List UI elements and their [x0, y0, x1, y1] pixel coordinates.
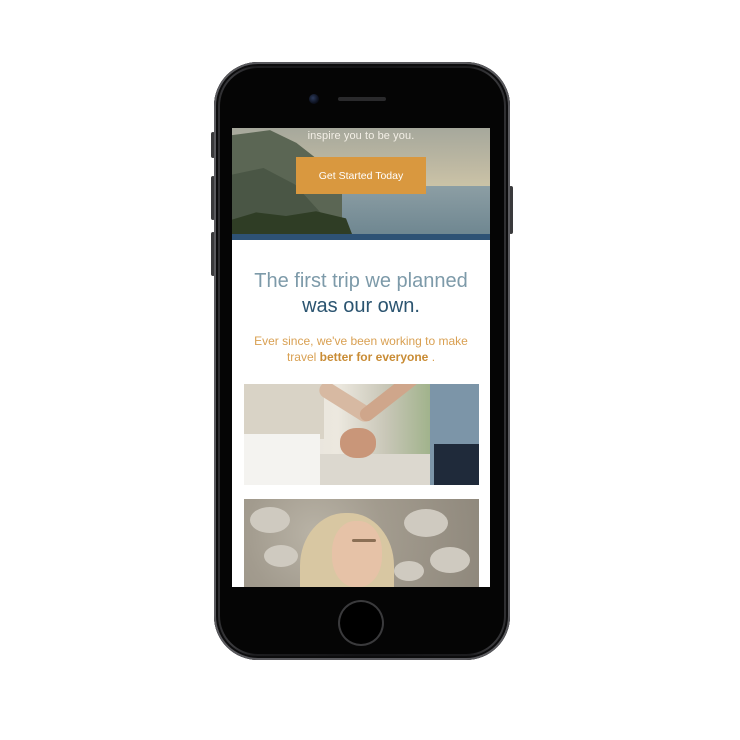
photo-shirt [244, 384, 324, 439]
photo-pants [244, 434, 320, 485]
photo-eyebrow [352, 539, 376, 542]
photo-hands [340, 428, 376, 458]
intro-title-line1: The first trip we planned [254, 270, 468, 292]
photo-rock [394, 561, 424, 581]
intro-subtitle-prefix: travel [286, 350, 317, 364]
intro-subtitle-suffix: . [431, 350, 436, 364]
photo-jeans [434, 444, 479, 485]
phone-screen: inspire you to be you. Get Started Today… [232, 128, 490, 587]
photo-rock [250, 507, 290, 533]
speaker-grille [338, 97, 386, 101]
section-divider [232, 234, 490, 240]
get-started-button[interactable]: Get Started Today [296, 157, 426, 194]
intro-subtitle-highlight: better for everyone [319, 350, 429, 364]
intro-title-line2: was our own. [302, 295, 420, 317]
photo-rock [430, 547, 470, 573]
photo-rock [264, 545, 298, 567]
photo-rock [404, 509, 448, 537]
photo-arm-right [357, 384, 421, 425]
woman-on-rocks-photo [244, 499, 479, 587]
intro-subtitle-line1: Ever since, we've been working to make [254, 334, 468, 348]
home-button[interactable] [338, 600, 384, 646]
intro-subtitle-line2: travel better for everyone . [232, 349, 490, 365]
intro-subtitle: Ever since, we've been working to make t… [232, 333, 490, 365]
camera-icon [309, 94, 319, 104]
hero-tagline: inspire you to be you. [307, 130, 415, 142]
photo-road [320, 454, 440, 485]
hero-banner: inspire you to be you. Get Started Today [232, 128, 490, 234]
couple-holding-hands-photo [244, 384, 479, 485]
photo-face [332, 521, 382, 587]
